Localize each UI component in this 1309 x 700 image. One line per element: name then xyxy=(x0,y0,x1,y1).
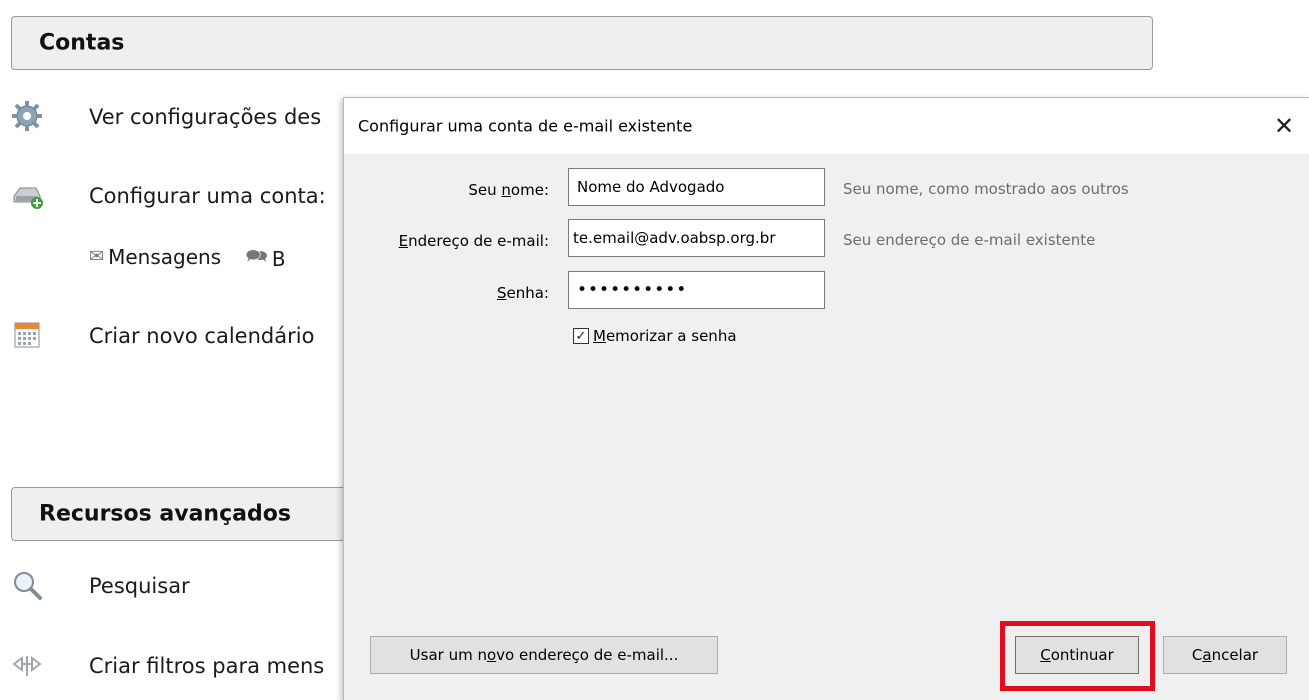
dialog-titlebar: Configurar uma conta de e-mail existente… xyxy=(344,98,1309,154)
view-settings-row[interactable]: Ver configurações des xyxy=(0,97,343,137)
email-field[interactable]: te.email@adv.oabsp.org.br xyxy=(568,219,825,257)
contas-header-label: Contas xyxy=(39,30,125,56)
gear-icon xyxy=(10,99,44,133)
account-type-links: ✉ Mensagens 🗪 B xyxy=(89,243,304,273)
chat-link-label: B xyxy=(271,247,286,271)
add-account-icon xyxy=(10,178,44,212)
setup-account-row: Configurar uma conta: xyxy=(0,176,343,216)
search-row[interactable]: Pesquisar xyxy=(0,566,343,606)
checkbox-checked-icon: ✓ xyxy=(573,328,589,344)
email-field-label: Endereço de e-mail: xyxy=(398,232,549,250)
new-calendar-row[interactable]: Criar novo calendário xyxy=(0,316,343,356)
continue-button[interactable]: Continuar xyxy=(1015,636,1139,674)
dialog-title: Configurar uma conta de e-mail existente xyxy=(358,116,693,136)
use-new-address-button[interactable]: Usar um n o vo endereço de e-mail... xyxy=(370,636,718,674)
new-calendar-label: Criar novo calendário xyxy=(89,324,315,348)
cancel-button[interactable]: Ca ncelar xyxy=(1163,636,1287,674)
contas-section-header: Contas xyxy=(11,16,1153,70)
filter-icon xyxy=(10,648,44,682)
password-field[interactable]: •••••••••• xyxy=(568,271,825,309)
account-central-page: Contas Ver configurações des Configurar … xyxy=(0,0,1309,700)
calendar-icon xyxy=(10,318,44,352)
remember-password-checkbox[interactable]: ✓ Memorizar a senha xyxy=(573,327,737,345)
view-settings-label: Ver configurações des xyxy=(89,105,322,129)
mail-envelope-icon: ✉ xyxy=(89,246,105,267)
name-field-label: Seu nome: xyxy=(468,181,549,199)
name-field[interactable]: Nome do Advogado xyxy=(568,168,825,206)
advanced-header-label: Recursos avançados xyxy=(39,501,291,527)
create-filters-label: Criar filtros para mens xyxy=(89,654,325,678)
mail-link-label: Mensagens xyxy=(108,244,222,269)
magnifier-icon xyxy=(10,568,44,602)
chat-icon: 🗪 xyxy=(245,246,268,267)
setup-email-dialog: Configurar uma conta de e-mail existente… xyxy=(343,97,1309,700)
remember-password-label: Memorizar a senha xyxy=(593,327,737,345)
create-filters-row[interactable]: Criar filtros para mens xyxy=(0,646,343,686)
chat-link[interactable]: 🗪 B xyxy=(245,244,285,274)
search-label: Pesquisar xyxy=(89,574,190,598)
setup-account-label: Configurar uma conta: xyxy=(89,184,326,208)
mail-link[interactable]: ✉ Mensagens xyxy=(89,245,221,269)
close-icon[interactable]: ✕ xyxy=(1265,107,1303,145)
password-field-label: Senha: xyxy=(496,284,549,302)
name-field-hint: Seu nome, como mostrado aos outros xyxy=(843,180,1129,198)
email-field-hint: Seu endereço de e-mail existente xyxy=(843,231,1096,249)
